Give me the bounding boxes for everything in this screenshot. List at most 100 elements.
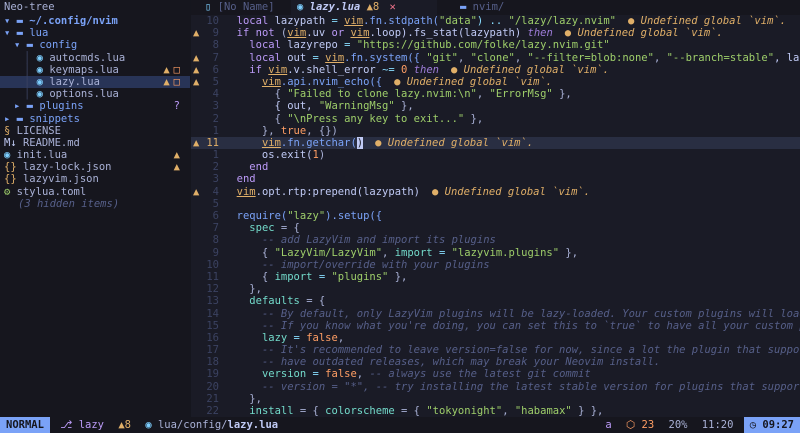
tree-item[interactable]: ◉ init.lua ▲ <box>0 149 190 161</box>
code-line[interactable]: 2 { "\nPress any key to exit..." }, <box>191 113 800 125</box>
code-line[interactable]: 18 -- have outdated releases, which may … <box>191 356 800 368</box>
line-number: 5 <box>212 75 219 88</box>
code-token: .uv <box>306 27 332 40</box>
code-token: , <box>457 51 471 64</box>
code-text: install = { colorscheme = { "tokyonight"… <box>224 405 603 417</box>
code-line[interactable]: ▲ 5 vim.api.nvim_echo({● Undefined global… <box>191 76 800 88</box>
line-number: 2 <box>212 161 219 174</box>
code-token: out <box>287 51 307 64</box>
tree-item[interactable]: ▾ ▬ lua <box>0 27 190 39</box>
code-token: }, <box>388 270 408 283</box>
code-editor[interactable]: 10 local lazypath = vim.fn.stdpath("data… <box>191 15 800 417</box>
tab-nvim-dir[interactable]: ▬ nvim/ <box>456 0 580 15</box>
code-token: }, <box>559 246 579 259</box>
diagnostic-bullet-icon: ● <box>394 75 407 88</box>
code-text: local out = vim.fn.system({ "git", "clon… <box>224 52 800 64</box>
code-token: "habamax" <box>514 405 572 417</box>
code-line[interactable]: 6 require("lazy").setup({ <box>191 210 800 222</box>
code-token: = { <box>293 405 326 417</box>
code-line[interactable]: ▲ 4 vim.opt.rtp:prepend(lazypath) ● Undefi… <box>191 186 800 198</box>
code-line[interactable]: 21 }, <box>191 393 800 405</box>
line-number: 1 <box>212 124 219 137</box>
tree-item-label: lazy.lua <box>49 75 100 88</box>
code-line[interactable]: 19 version = false, -- always use the la… <box>191 368 800 380</box>
tree-item-label: lua <box>29 27 49 40</box>
code-line[interactable]: ▲ 11 vim.fn.getchar() ● Undefined global `… <box>191 136 800 150</box>
tree-item[interactable]: ▸ ▬ plugins? <box>0 100 190 112</box>
code-line[interactable]: 2 end <box>191 161 800 173</box>
code-line[interactable]: 1 }, true, {}) <box>191 125 800 137</box>
code-token: false <box>306 331 338 344</box>
code-line[interactable]: 4 { "Failed to clone lazy.nvim:\n", "Err… <box>191 88 800 100</box>
code-line[interactable]: 20 -- version = "*", -- try installing t… <box>191 381 800 393</box>
code-line[interactable]: 10 -- import/override with your plugins <box>191 259 800 271</box>
code-token: { <box>224 270 275 283</box>
code-token: = { <box>274 222 300 235</box>
mode-indicator: NORMAL <box>0 417 50 433</box>
code-line[interactable]: 11 { import = "plugins" }, <box>191 271 800 283</box>
code-line[interactable]: 14 -- By default, only LazyVim plugins w… <box>191 308 800 320</box>
code-token: colorscheme <box>325 405 395 417</box>
code-token: -- version = "*", -- try installing the … <box>261 380 800 393</box>
code-token: local <box>236 15 275 27</box>
code-line[interactable]: 3 { out, "WarningMsg" }, <box>191 100 800 112</box>
warning-icon: ▲ <box>163 75 170 88</box>
tree-item-label: README.md <box>22 136 80 149</box>
code-line[interactable]: 17 -- It's recommended to leave version=… <box>191 344 800 356</box>
tab-lazy-lua[interactable]: ◉ lazy.lua ▲8 ✕ <box>291 0 437 15</box>
close-icon[interactable]: ✕ <box>390 1 396 13</box>
code-text: version = false, -- always use the lates… <box>224 368 591 380</box>
tree-item[interactable]: M↓ README.md <box>0 137 190 149</box>
code-line[interactable]: ▲ 7 local out = vim.fn.system({ "git", "c… <box>191 52 800 64</box>
tree-item[interactable]: ▸ ▬ snippets <box>0 113 190 125</box>
line-number: 10 <box>206 258 219 271</box>
code-line[interactable]: ▲ 9 if not (vim.uv or vim.loop).fs_stat(l… <box>191 27 800 39</box>
code-line[interactable]: 10 local lazypath = vim.fn.stdpath("data… <box>191 15 800 27</box>
tree-item[interactable]: │ ◉ lazy.lua ▲ □ <box>0 75 190 89</box>
code-line[interactable]: 12 }, <box>191 283 800 295</box>
code-line[interactable]: ▲ 6 if vim.v.shell_error ~= 0 then ● Undef… <box>191 64 800 76</box>
line-number: 18 <box>206 356 219 369</box>
line-number: 15 <box>206 319 219 332</box>
diagnostic-message: ● Undefined global `vim`. <box>627 15 787 27</box>
file-name: lazy.lua <box>227 419 279 431</box>
folder-icon: ▬ <box>460 1 467 13</box>
code-token: , <box>653 51 667 64</box>
code-line[interactable]: 7 spec = { <box>191 222 800 234</box>
tree-item[interactable]: {} lazyvim.json <box>0 173 190 185</box>
line-number: 22 <box>206 405 219 417</box>
status-line: NORMAL ⎇ lazy ▲8 ◉ lua/config/lazy.lua a… <box>0 417 800 433</box>
code-token: , <box>476 88 490 101</box>
line-number: 17 <box>206 344 219 357</box>
tree-item[interactable]: {} lazy-lock.json ▲ <box>0 161 190 173</box>
code-line[interactable]: 9 { "LazyVim/LazyVim", import = "lazyvim… <box>191 247 800 259</box>
tree-item[interactable]: │ ◉ keymaps.lua ▲ □ <box>0 64 190 76</box>
tree-root[interactable]: ▾ ▬ ~/.config/nvim <box>0 15 190 27</box>
code-line[interactable]: 8 -- add LazyVim and import its plugins <box>191 234 800 246</box>
diagnostic-message: ● Undefined global `vim`. <box>375 136 534 149</box>
code-line[interactable]: 1 os.exit(1) <box>191 149 800 161</box>
tree-item[interactable]: ▾ ▬ config <box>0 39 190 51</box>
code-line[interactable]: 22 install = { colorscheme = { "tokyonig… <box>191 405 800 417</box>
code-token: install <box>249 405 294 417</box>
code-line[interactable]: 3 end <box>191 173 800 185</box>
code-token: { out, <box>224 100 319 113</box>
code-line[interactable]: 8 local lazyrepo = "https://github.com/f… <box>191 39 800 51</box>
tab-no-name[interactable]: ▯ [No Name] <box>201 0 287 15</box>
diagnostic-message: ● Undefined global `vim`. <box>432 185 591 198</box>
md-file-icon: M↓ <box>4 136 23 149</box>
code-line[interactable]: 5 <box>191 198 800 210</box>
code-line[interactable]: 13 defaults = { <box>191 295 800 307</box>
tree-item[interactable]: │ ◉ options.lua <box>0 88 190 100</box>
code-line[interactable]: 15 -- If you know what you're doing, you… <box>191 320 800 332</box>
tree-item[interactable]: │ ◉ autocmds.lua <box>0 52 190 64</box>
code-text: }, true, {}) <box>224 125 338 137</box>
folder-icon: ▬ <box>26 39 40 52</box>
tree-item[interactable]: § LICENSE <box>0 125 190 137</box>
code-line[interactable]: 16 lazy = false, <box>191 332 800 344</box>
tree-item[interactable]: ⚙ stylua.toml <box>0 186 190 198</box>
hidden-items-note[interactable]: (3 hidden items) <box>0 198 190 210</box>
